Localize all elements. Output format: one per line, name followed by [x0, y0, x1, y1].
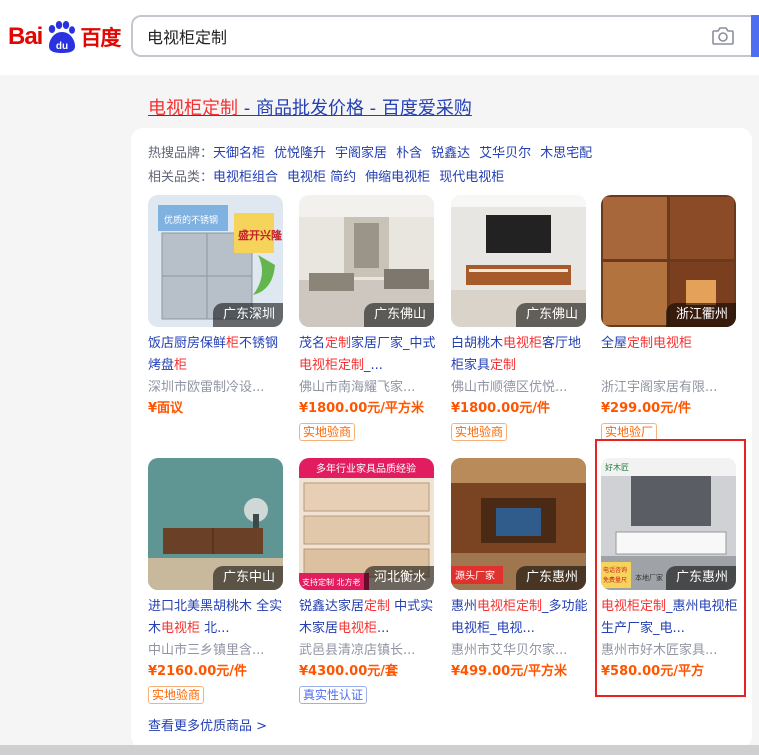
product-title-link[interactable]: 白胡桃木电视柜客厅地柜家具定制: [451, 333, 588, 377]
product-title-link[interactable]: 锐鑫达家居定制 中式实木家居电视柜...: [299, 596, 436, 640]
baidu-paw-icon: du: [43, 19, 79, 55]
seller-name[interactable]: 浙江宇阁家居有限...: [601, 377, 738, 398]
selection-highlight-box: [595, 439, 746, 697]
product-title-link[interactable]: 饭店厨房保鲜柜不锈钢烤盘柜: [148, 333, 285, 377]
product-title-link[interactable]: 进口北美黑胡桃木 全实木电视柜 北...: [148, 596, 285, 640]
related-category-link[interactable]: 电视柜组合: [213, 170, 278, 185]
product-card[interactable]: 广东佛山白胡桃木电视柜客厅地柜家具定制 佛山市顺德区优悦... ¥1800.00元/…: [451, 195, 588, 445]
svg-text:支持定制 北方老: 支持定制 北方老: [302, 577, 361, 587]
location-badge: 广东佛山: [515, 303, 586, 327]
product-image[interactable]: 源头厂家 广东惠州: [451, 458, 586, 590]
header: Bai du 百度: [0, 0, 759, 75]
hot-brand-link[interactable]: 天御名柜: [213, 146, 265, 161]
related-categories-row: 相关品类：电视柜组合 电视柜 简约 伸缩电视柜 现代电视柜: [148, 170, 505, 185]
product-image[interactable]: 广东中山: [148, 458, 283, 590]
hot-brand-link[interactable]: 锐鑫达: [431, 146, 470, 161]
product-card[interactable]: 源头厂家 广东惠州惠州电视柜定制_多功能电视柜_电视... 惠州市艾华贝尔家... ¥…: [451, 458, 588, 708]
hot-brands-row: 热搜品牌：天御名柜 优悦隆升 宇阁家居 朴含 锐鑫达 艾华贝尔 木思宅配: [148, 146, 593, 161]
related-category-link[interactable]: 现代电视柜: [439, 170, 504, 185]
product-card[interactable]: 广东中山进口北美黑胡桃木 全实木电视柜 北... 中山市三乡镇里含... ¥2160…: [148, 458, 285, 708]
svg-text:盛开兴隆: 盛开兴隆: [238, 228, 283, 242]
seller-name[interactable]: 佛山市顺德区优悦...: [451, 377, 588, 398]
seller-name[interactable]: 武邑县清凉店镇长...: [299, 640, 436, 661]
product-card[interactable]: 多年行业家具品质经验支持定制 北方老 河北衡水锐鑫达家居定制 中式实木家居电视柜.…: [299, 458, 436, 708]
related-category-link[interactable]: 伸缩电视柜: [365, 170, 430, 185]
more-products-link[interactable]: 查看更多优质商品 >: [148, 715, 267, 734]
search-input[interactable]: [147, 17, 707, 55]
product-title-link[interactable]: 全屋定制电视柜: [601, 333, 738, 377]
verification-tag: 真实性认证: [299, 686, 368, 704]
product-price: ¥299.00元/件: [601, 401, 691, 416]
product-price: ¥1800.00元/平方米: [299, 401, 425, 416]
product-image[interactable]: 广东佛山: [451, 195, 586, 327]
product-image[interactable]: 优质的不锈钢盛开兴隆广东深圳: [148, 195, 283, 327]
camera-icon[interactable]: [711, 25, 735, 47]
hot-brand-link[interactable]: 木思宅配: [540, 146, 592, 161]
seller-name[interactable]: 深圳市欧雷制冷设...: [148, 377, 285, 398]
product-title-link[interactable]: 惠州电视柜定制_多功能电视柜_电视...: [451, 596, 588, 640]
product-price: ¥2160.00元/件: [148, 664, 248, 679]
product-card[interactable]: 广东佛山茂名定制家居厂家_中式电视柜定制_... 佛山市南海耀飞家... ¥1800…: [299, 195, 436, 445]
product-price: ¥1800.00元/件: [451, 401, 551, 416]
svg-text:源头厂家: 源头厂家: [455, 569, 495, 582]
verification-tag: 实地验商: [299, 423, 356, 441]
location-badge: 浙江衢州: [665, 303, 736, 327]
related-category-link[interactable]: 电视柜 简约: [287, 170, 356, 185]
product-title-link[interactable]: 茂名定制家居厂家_中式电视柜定制_...: [299, 333, 436, 377]
hot-brand-link[interactable]: 优悦隆升: [274, 146, 326, 161]
search-box[interactable]: [131, 15, 759, 57]
verification-tag: 实地验商: [148, 686, 205, 704]
product-image[interactable]: 多年行业家具品质经验支持定制 北方老 河北衡水: [299, 458, 434, 590]
hot-brand-link[interactable]: 朴含: [396, 146, 422, 161]
hot-brand-link[interactable]: 宇阁家居: [335, 146, 387, 161]
product-card[interactable]: 浙江衢州 全屋定制电视柜 浙江宇阁家居有限... ¥299.00元/件 实地验厂: [601, 195, 738, 445]
location-badge: 河北衡水: [363, 566, 434, 590]
location-badge: 广东佛山: [363, 303, 434, 327]
verification-tag: 实地验商: [451, 423, 508, 441]
search-button[interactable]: [751, 15, 759, 57]
location-badge: 广东中山: [212, 566, 283, 590]
svg-text:du: du: [56, 41, 68, 52]
product-card[interactable]: 优质的不锈钢盛开兴隆广东深圳饭店厨房保鲜柜不锈钢烤盘柜 深圳市欧雷制冷设... ¥面…: [148, 195, 285, 445]
seller-name[interactable]: 佛山市南海耀飞家...: [299, 377, 436, 398]
location-badge: 广东深圳: [212, 303, 283, 327]
baidu-logo[interactable]: Bai du 百度: [8, 19, 121, 55]
horizontal-scrollbar[interactable]: [0, 745, 759, 755]
location-badge: 广东惠州: [515, 566, 586, 590]
product-price: ¥499.00元/平方米: [451, 664, 567, 679]
svg-text:多年行业家具品质经验: 多年行业家具品质经验: [316, 462, 416, 475]
seller-name[interactable]: 惠州市艾华贝尔家...: [451, 640, 588, 661]
product-image[interactable]: 浙江衢州: [601, 195, 736, 327]
product-price: ¥面议: [148, 401, 184, 416]
hot-brand-link[interactable]: 艾华贝尔: [479, 146, 531, 161]
product-price: ¥4300.00元/套: [299, 664, 399, 679]
result-title-link[interactable]: 电视柜定制 - 商品批发价格 - 百度爱采购: [148, 94, 472, 120]
product-image[interactable]: 广东佛山: [299, 195, 434, 327]
svg-text:优质的不锈钢: 优质的不锈钢: [164, 214, 218, 226]
seller-name[interactable]: 中山市三乡镇里含...: [148, 640, 285, 661]
